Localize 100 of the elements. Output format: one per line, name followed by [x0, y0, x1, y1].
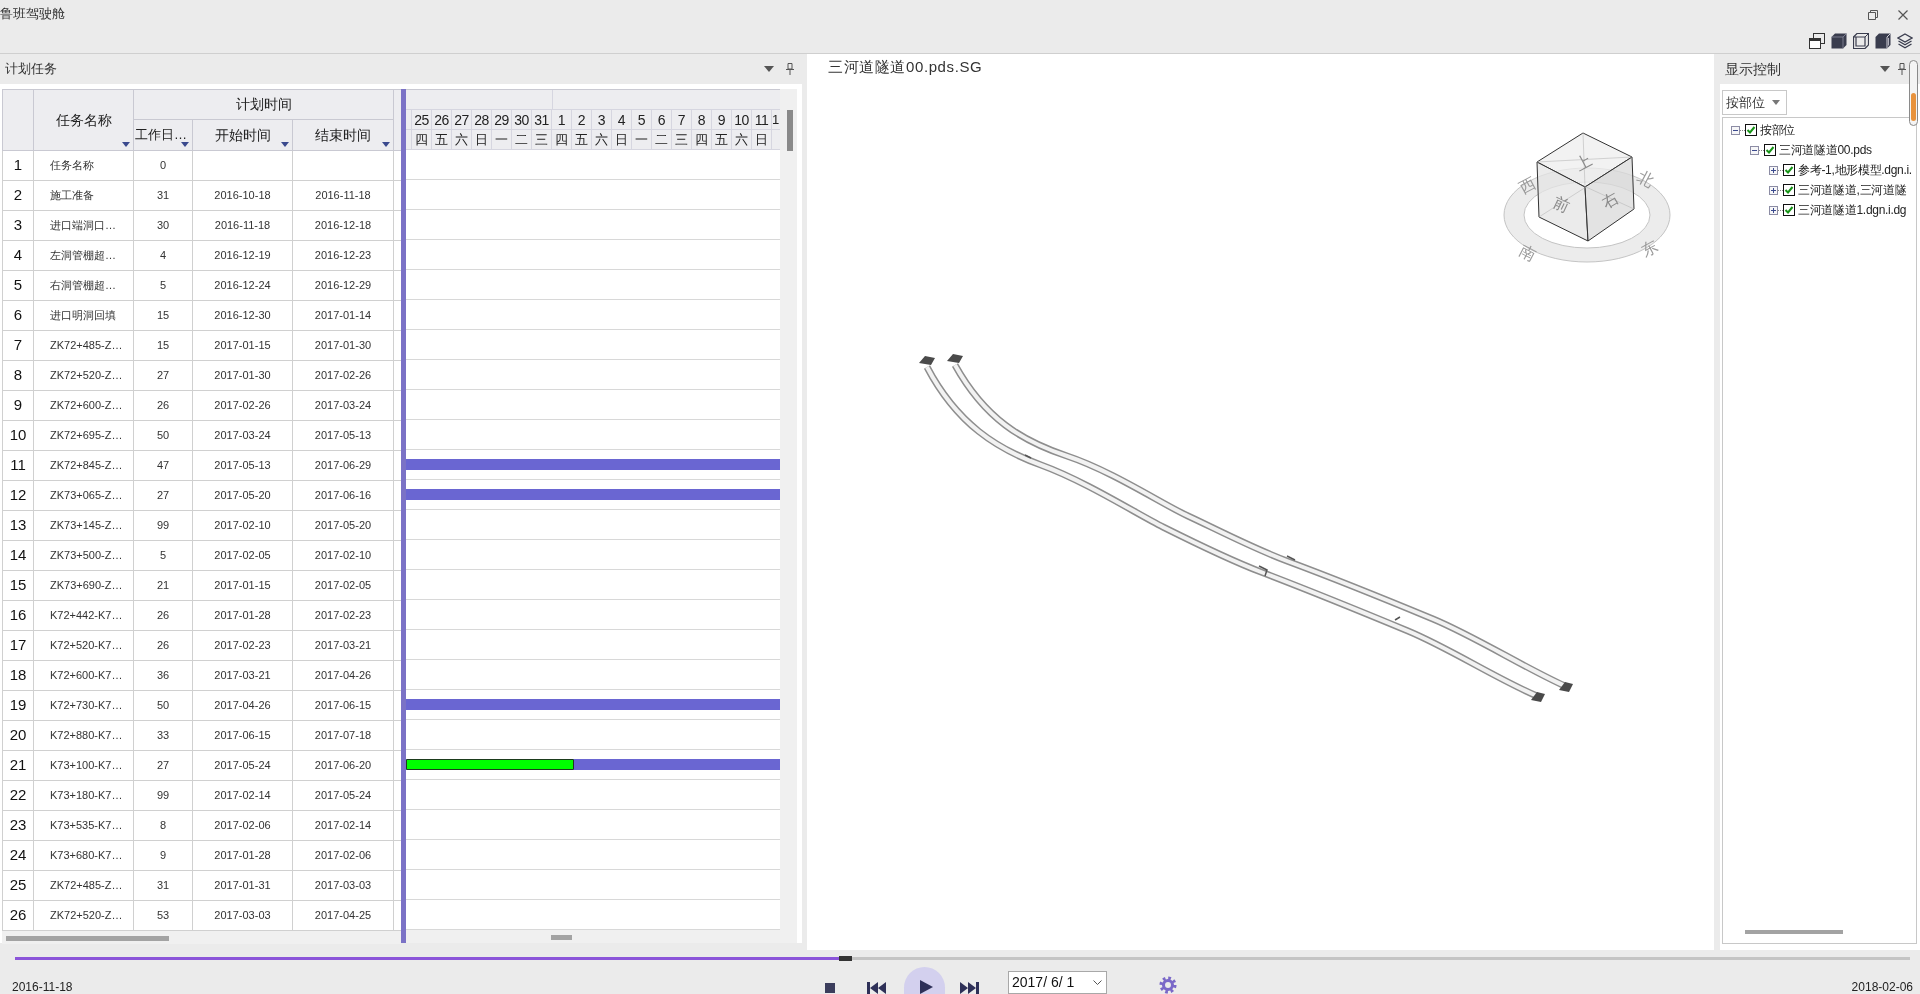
table-cell: 2017-01-14 — [293, 301, 394, 331]
table-cell: K73+535-K7… — [34, 811, 134, 841]
column-header[interactable]: 开始时间 — [193, 120, 293, 151]
solid-cube-icon[interactable] — [1831, 33, 1847, 49]
table-cell: 0 — [134, 151, 193, 181]
restore-icon[interactable] — [1868, 10, 1878, 20]
table-cell: 26 — [134, 631, 193, 661]
tree-item-label[interactable]: 三河道隧道00.pds — [1779, 142, 1872, 158]
weekday-label: 六 — [732, 130, 752, 149]
table-cell: K72+442-K7… — [34, 601, 134, 631]
scrollbar-thumb[interactable] — [1911, 93, 1916, 121]
day-number: 1 — [772, 110, 780, 129]
expand-icon[interactable] — [1769, 165, 1778, 175]
tree-item-label[interactable]: 按部位 — [1760, 122, 1796, 138]
settings-icon[interactable] — [1158, 976, 1178, 994]
weekday-label: 四 — [692, 130, 712, 149]
day-number: 31 — [532, 110, 552, 129]
column-header[interactable]: 工作日… — [134, 120, 193, 151]
row-number: 16 — [3, 601, 34, 631]
checkbox[interactable] — [1783, 204, 1795, 216]
window-icon[interactable] — [1809, 33, 1825, 49]
table-cell: 8 — [134, 811, 193, 841]
dark-cube-icon[interactable] — [1875, 33, 1891, 49]
column-header[interactable]: 任务名称 — [34, 90, 134, 151]
tree-item-label[interactable]: 三河道隧道1.dgn.i.dg — [1798, 202, 1907, 218]
play-button[interactable] — [904, 967, 945, 994]
table-cell: 左洞管棚超… — [34, 241, 134, 271]
stop-icon[interactable] — [824, 983, 836, 994]
checkbox[interactable] — [1764, 144, 1776, 156]
row-number: 11 — [3, 451, 34, 481]
table-cell: 99 — [134, 511, 193, 541]
tree-item-label[interactable]: 参考-1,地形模型.dgn.i. — [1798, 162, 1912, 178]
table-cell: ZK73+690-Z… — [34, 571, 134, 601]
layers-icon[interactable] — [1897, 33, 1913, 49]
checkbox[interactable] — [1745, 124, 1757, 136]
pin-icon[interactable] — [1898, 63, 1906, 75]
chevron-down-icon[interactable] — [1093, 980, 1102, 985]
tree-item-label[interactable]: 三河道隧道,三河道隧 — [1798, 182, 1907, 198]
row-number: 7 — [3, 331, 34, 361]
table-cell: 2017-02-14 — [293, 811, 394, 841]
column-header[interactable]: 结束时间 — [293, 120, 394, 151]
expand-icon[interactable] — [1769, 205, 1778, 215]
table-cell: K73+680-K7… — [34, 841, 134, 871]
skip-back-icon[interactable] — [867, 982, 887, 994]
day-number: 26 — [432, 110, 452, 129]
scrollbar-thumb[interactable] — [6, 936, 169, 941]
compass-label: 北 — [1634, 167, 1658, 191]
scrollbar-thumb[interactable] — [551, 935, 572, 940]
collapse-icon[interactable] — [1731, 125, 1740, 135]
filter-arrow-icon[interactable] — [281, 142, 289, 147]
caret-icon[interactable] — [1772, 100, 1780, 105]
table-cell: K72+730-K7… — [34, 691, 134, 721]
day-number: 10 — [732, 110, 752, 129]
pin-icon[interactable] — [786, 63, 794, 75]
cube-face-label: 右 — [1598, 188, 1622, 212]
filter-arrow-icon[interactable] — [181, 142, 189, 147]
table-cell: 2017-03-24 — [193, 421, 293, 451]
table-cell: 2017-06-16 — [293, 481, 394, 511]
row-number: 2 — [3, 181, 34, 211]
table-cell: 27 — [134, 751, 193, 781]
scrollbar-thumb[interactable] — [787, 110, 793, 151]
table-cell: 2017-02-10 — [293, 541, 394, 571]
day-number: 29 — [492, 110, 512, 129]
view-cube[interactable] — [1536, 132, 1635, 242]
day-number: 30 — [512, 110, 532, 129]
table-cell: 2016-10-18 — [193, 181, 293, 211]
table-cell: K72+880-K7… — [34, 721, 134, 751]
table-cell: 2017-01-28 — [193, 601, 293, 631]
weekday-label: 日 — [752, 130, 772, 149]
filter-arrow-icon[interactable] — [122, 142, 130, 147]
timeline-thumb[interactable] — [839, 956, 853, 961]
close-icon[interactable] — [1898, 10, 1908, 20]
dropdown-arrow-icon[interactable] — [764, 66, 774, 72]
table-cell: 右洞管棚超… — [34, 271, 134, 301]
table-cell: 33 — [134, 721, 193, 751]
checkbox[interactable] — [1783, 184, 1795, 196]
filter-arrow-icon[interactable] — [382, 142, 390, 147]
table-cell: 2017-01-30 — [293, 331, 394, 361]
date-field[interactable]: 2017/ 6/ 1 — [1008, 971, 1107, 994]
cube-face-label: 上 — [1571, 150, 1595, 174]
collapse-icon[interactable] — [1750, 145, 1759, 155]
row-number: 15 — [3, 571, 34, 601]
table-cell: 2016-12-30 — [193, 301, 293, 331]
scrollbar-thumb[interactable] — [1745, 930, 1843, 934]
expand-icon[interactable] — [1769, 185, 1778, 195]
table-cell: 2016-12-18 — [293, 211, 394, 241]
skip-forward-icon[interactable] — [959, 982, 979, 994]
timeline-track[interactable] — [15, 957, 1910, 960]
weekday-label: 三 — [672, 130, 692, 149]
checkbox[interactable] — [1783, 164, 1795, 176]
weekday-label: 一 — [492, 130, 512, 149]
dropdown-arrow-icon[interactable] — [1880, 66, 1890, 72]
row-number: 5 — [3, 271, 34, 301]
app-title: 鲁班驾驶舱 — [0, 5, 65, 23]
outline-cube-icon[interactable] — [1853, 33, 1869, 49]
table-cell: 27 — [134, 361, 193, 391]
table-cell: 2017-05-20 — [293, 511, 394, 541]
row-number: 14 — [3, 541, 34, 571]
grouping-dropdown[interactable]: 按部位 — [1722, 90, 1787, 115]
table-cell: K73+100-K7… — [34, 751, 134, 781]
